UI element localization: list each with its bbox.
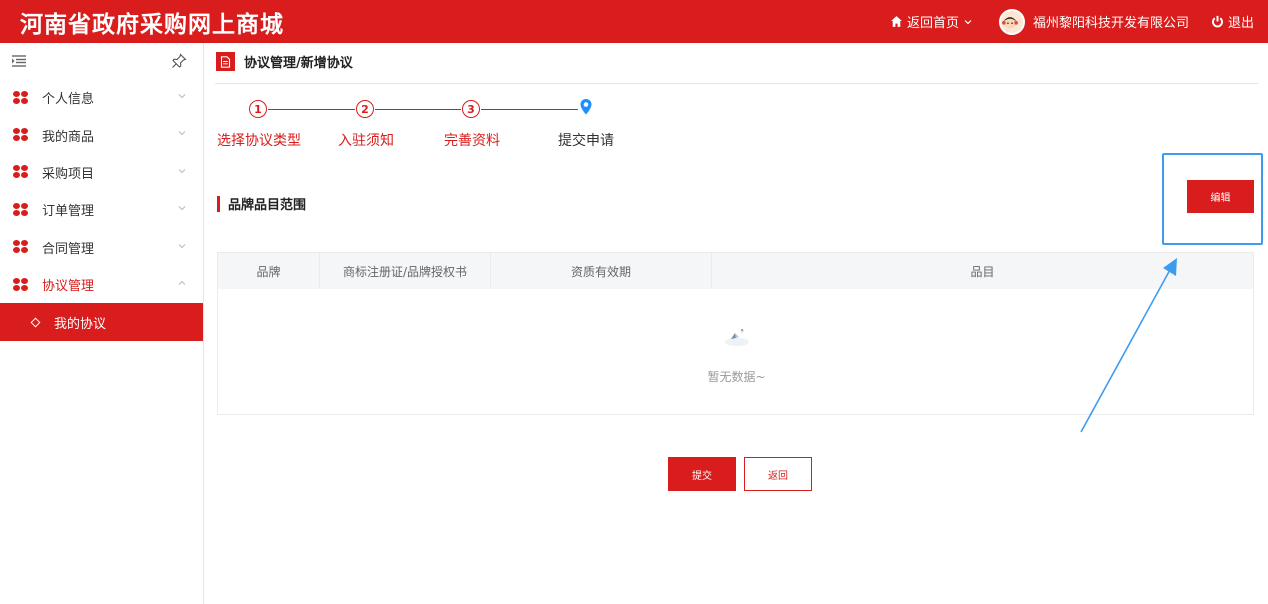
location-pin-icon: [580, 99, 592, 115]
column-header: 资质有效期: [491, 253, 712, 289]
main-content: 协议管理/新增协议 1 2 3 选择协议类型 入驻须知 完善资料 提交申请 品牌…: [205, 43, 1268, 604]
home-icon: [891, 16, 902, 27]
submit-button[interactable]: 提交: [668, 457, 736, 491]
sidebar-subitem-label: 我的协议: [54, 316, 107, 332]
menu-flower-icon: [13, 90, 29, 105]
menu-flower-icon: [13, 240, 29, 254]
sidebar-item-label: 个人信息: [42, 92, 95, 108]
top-right-nav: 返回首页 福州黎阳科技开发有限公司 退出: [868, 0, 1254, 43]
chevron-down-icon: [178, 131, 186, 136]
chevron-up-icon: [178, 280, 186, 285]
sidebar-item-my-products[interactable]: 我的商品: [0, 116, 203, 153]
chevron-down-icon: [178, 168, 186, 173]
breadcrumb: 协议管理/新增协议: [216, 52, 353, 71]
section-title: 品牌品目范围: [217, 194, 306, 213]
step-1-circle: 1: [249, 100, 267, 118]
sidebar-item-label: 采购项目: [42, 166, 95, 182]
step-indicator: 1 2 3 选择协议类型 入驻须知 完善资料 提交申请: [205, 99, 625, 160]
sidebar-item-label: 合同管理: [42, 241, 95, 257]
site-title: 河南省政府采购网上商城: [20, 10, 284, 38]
step-2-label: 入驻须知: [338, 133, 394, 149]
step-connector: [268, 109, 355, 110]
chevron-down-icon: [178, 94, 186, 99]
sidebar-item-label: 协议管理: [42, 279, 95, 295]
menu-flower-icon: [13, 202, 29, 217]
sidebar-item-personal-info[interactable]: 个人信息: [0, 79, 203, 116]
column-header: 商标注册证/品牌授权书: [320, 253, 491, 289]
breadcrumb-text: 协议管理/新增协议: [244, 56, 353, 71]
account-menu[interactable]: 福州黎阳科技开发有限公司: [998, 8, 1189, 35]
sidebar-header: [0, 43, 203, 79]
edit-button[interactable]: 编辑: [1187, 180, 1254, 213]
empty-state-icon: [725, 329, 749, 346]
table-header: 品牌 商标注册证/品牌授权书 资质有效期 品目: [218, 253, 1253, 289]
sidebar-item-agreements[interactable]: 协议管理: [0, 266, 203, 303]
empty-state-text: 暂无数据~: [707, 370, 766, 384]
logout-button[interactable]: 退出: [1211, 12, 1254, 31]
document-icon: [216, 52, 235, 71]
menu-flower-icon: [13, 277, 29, 292]
section-title-text: 品牌品目范围: [228, 198, 307, 213]
home-link[interactable]: 返回首页: [890, 12, 977, 31]
step-4-label: 提交申请: [558, 133, 614, 149]
sidebar-item-contracts[interactable]: 合同管理: [0, 229, 203, 266]
menu-collapse-icon[interactable]: [12, 55, 26, 67]
chevron-down-icon: [964, 19, 972, 24]
logout-label: 退出: [1227, 16, 1254, 31]
sidebar-item-procurement[interactable]: 采购项目: [0, 154, 203, 191]
chevron-down-icon: [178, 206, 186, 211]
sidebar: 个人信息 我的商品 采购项目 订单管理 合同管理 协议管理 我的协议: [0, 43, 204, 604]
step-connector: [375, 109, 461, 110]
company-name: 福州黎阳科技开发有限公司: [1032, 16, 1189, 31]
divider: [215, 83, 1258, 84]
back-button[interactable]: 返回: [744, 457, 812, 491]
menu-flower-icon: [13, 165, 29, 179]
chevron-down-icon: [178, 243, 186, 248]
brand-table: 品牌 商标注册证/品牌授权书 资质有效期 品目 暂无数据~: [217, 252, 1254, 415]
step-connector: [481, 109, 578, 110]
step-3-circle: 3: [462, 100, 480, 118]
pin-icon[interactable]: [171, 53, 187, 69]
sidebar-item-orders[interactable]: 订单管理: [0, 191, 203, 228]
power-icon: [1212, 15, 1223, 28]
top-bar: 河南省政府采购网上商城 返回首页 福州黎阳科技开发有限公司 退出: [0, 0, 1268, 43]
column-header: 品目: [970, 264, 995, 279]
diamond-icon: [30, 317, 41, 328]
column-header: 品牌: [218, 253, 320, 289]
sidebar-item-label: 我的商品: [42, 129, 95, 145]
sidebar-subitem-my-agreements[interactable]: 我的协议: [0, 303, 203, 342]
step-2-circle: 2: [356, 100, 374, 118]
step-1-label: 选择协议类型: [217, 133, 301, 149]
sidebar-item-label: 订单管理: [42, 204, 95, 220]
step-3-label: 完善资料: [444, 133, 500, 149]
menu-flower-icon: [13, 128, 29, 142]
home-link-label: 返回首页: [906, 16, 959, 31]
section-accent-bar: [217, 195, 220, 212]
avatar: [998, 8, 1025, 35]
